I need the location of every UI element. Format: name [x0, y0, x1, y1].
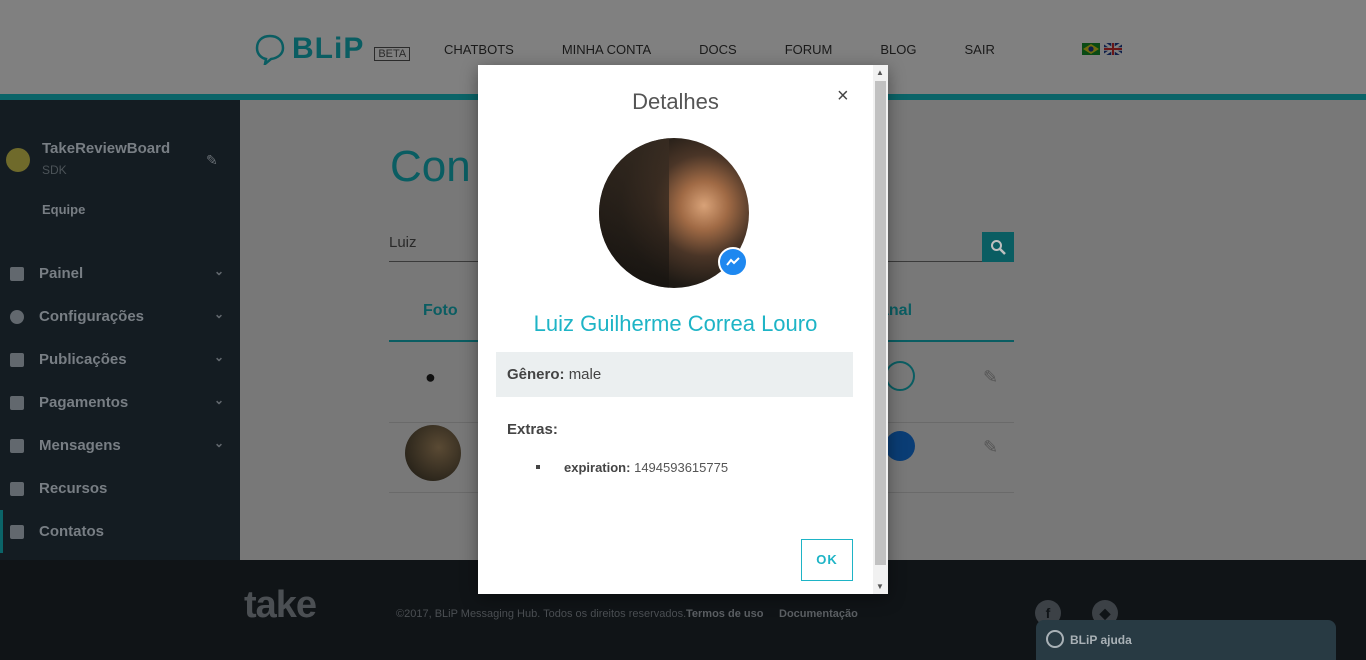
account-switcher[interactable]: TakeReviewBoard SDK	[6, 140, 170, 177]
account-type: SDK	[42, 163, 67, 177]
bullet-icon	[536, 465, 540, 469]
gender-value: male	[568, 366, 602, 383]
column-header-foto[interactable]: Foto	[423, 302, 458, 320]
person-icon: ●	[425, 367, 436, 387]
sidebar-item-painel[interactable]: Painel ⌄	[0, 252, 240, 295]
sidebar-item-contatos[interactable]: Contatos	[0, 510, 240, 553]
search-input[interactable]: Luiz	[389, 234, 417, 251]
contact-name: Luiz Guilherme Correa Louro	[533, 311, 818, 336]
sidebar-item-publicacoes[interactable]: Publicações ⌄	[0, 338, 240, 381]
gender-label: Gênero:	[507, 366, 565, 383]
beta-badge: BETA	[374, 47, 411, 61]
sidebar-item-label: Recursos	[39, 480, 108, 497]
sidebar-item-equipe[interactable]: Equipe	[42, 202, 85, 217]
nav-minha-conta[interactable]: MINHA CONTA	[562, 42, 651, 57]
sidebar-menu: Painel ⌄ Configurações ⌄ Publicações ⌄ P…	[0, 252, 240, 553]
message-icon	[10, 438, 24, 453]
help-widget[interactable]: BLiP ajuda	[1036, 620, 1336, 660]
scroll-thumb[interactable]	[875, 81, 886, 565]
take-logo: take	[244, 584, 317, 626]
sidebar-item-configuracoes[interactable]: Configurações ⌄	[0, 295, 240, 338]
close-icon[interactable]: ×	[837, 85, 849, 108]
brazil-flag-icon[interactable]	[1082, 43, 1100, 55]
sidebar-item-label: Publicações	[39, 351, 127, 368]
copyright-text: ©2017, BLiP Messaging Hub. Todos os dire…	[396, 608, 687, 620]
contact-details-modal: ▲ ▼ Detalhes × Luiz Guilherme Correa Lou…	[478, 65, 888, 594]
ok-button[interactable]: OK	[801, 539, 853, 581]
sidebar: TakeReviewBoard SDK ✎ Equipe Painel ⌄ Co…	[0, 100, 240, 560]
modal-title: Detalhes	[632, 89, 719, 114]
dashboard-icon	[10, 266, 24, 281]
account-name: TakeReviewBoard	[42, 140, 171, 157]
chevron-down-icon: ⌄	[213, 264, 224, 278]
messenger-icon	[885, 431, 915, 461]
sidebar-item-label: Pagamentos	[39, 394, 129, 411]
modal-scrollbar[interactable]: ▲ ▼	[873, 65, 888, 594]
blip-logo[interactable]: BLiP BETA	[254, 32, 411, 66]
nav-forum[interactable]: FORUM	[785, 42, 833, 57]
search-button[interactable]	[982, 232, 1014, 262]
account-info: TakeReviewBoard SDK	[30, 140, 170, 177]
chevron-down-icon: ⌄	[213, 307, 224, 321]
documentation-link[interactable]: Documentação	[779, 608, 858, 620]
page-title: Con	[390, 142, 471, 191]
chat-bubble-icon	[255, 34, 285, 65]
contact-photo	[405, 425, 461, 481]
terms-link[interactable]: Termos de uso	[686, 608, 763, 620]
gear-icon	[10, 309, 24, 324]
nav-blog[interactable]: BLOG	[880, 42, 916, 57]
chat-channel-icon	[885, 361, 915, 391]
sidebar-item-label: Mensagens	[39, 437, 121, 454]
chevron-down-icon: ⌄	[213, 350, 224, 364]
pencil-icon[interactable]: ✎	[983, 367, 998, 388]
extras-label: Extras:	[507, 421, 558, 438]
resources-icon	[10, 481, 24, 496]
uk-flag-icon[interactable]	[1104, 43, 1122, 55]
help-label: BLiP ajuda	[1070, 633, 1132, 647]
sidebar-item-recursos[interactable]: Recursos	[0, 467, 240, 510]
sidebar-item-label: Configurações	[39, 308, 145, 325]
chevron-down-icon: ⌄	[213, 393, 224, 407]
sidebar-item-pagamentos[interactable]: Pagamentos ⌄	[0, 381, 240, 424]
main-nav: CHATBOTS MINHA CONTA DOCS FORUM BLOG SAI…	[444, 42, 1043, 57]
sidebar-item-mensagens[interactable]: Mensagens ⌄	[0, 424, 240, 467]
pencil-icon[interactable]: ✎	[983, 437, 998, 458]
avatar	[6, 148, 30, 172]
contacts-icon	[10, 524, 24, 539]
edit-icon[interactable]: ✎	[206, 152, 218, 169]
list-item: expiration: 1494593615775	[564, 460, 728, 475]
extra-key: expiration:	[564, 460, 631, 475]
chevron-down-icon: ⌄	[213, 436, 224, 450]
logo-text: BLiP	[292, 32, 365, 65]
nav-chatbots[interactable]: CHATBOTS	[444, 42, 514, 57]
messenger-icon	[718, 247, 748, 277]
card-icon	[10, 395, 24, 410]
scroll-up-arrow-icon[interactable]: ▲	[876, 68, 884, 77]
chat-bubble-icon	[1046, 630, 1064, 648]
nav-sair[interactable]: SAIR	[965, 42, 995, 57]
sidebar-item-label: Contatos	[39, 523, 104, 540]
search-icon	[991, 240, 1006, 255]
nav-docs[interactable]: DOCS	[699, 42, 737, 57]
sidebar-item-label: Painel	[39, 265, 84, 282]
language-switcher	[1082, 43, 1122, 55]
extra-value: 1494593615775	[634, 460, 729, 475]
upload-icon	[10, 352, 24, 367]
gender-field: Gênero: male	[496, 352, 853, 397]
scroll-down-arrow-icon[interactable]: ▼	[876, 582, 884, 591]
